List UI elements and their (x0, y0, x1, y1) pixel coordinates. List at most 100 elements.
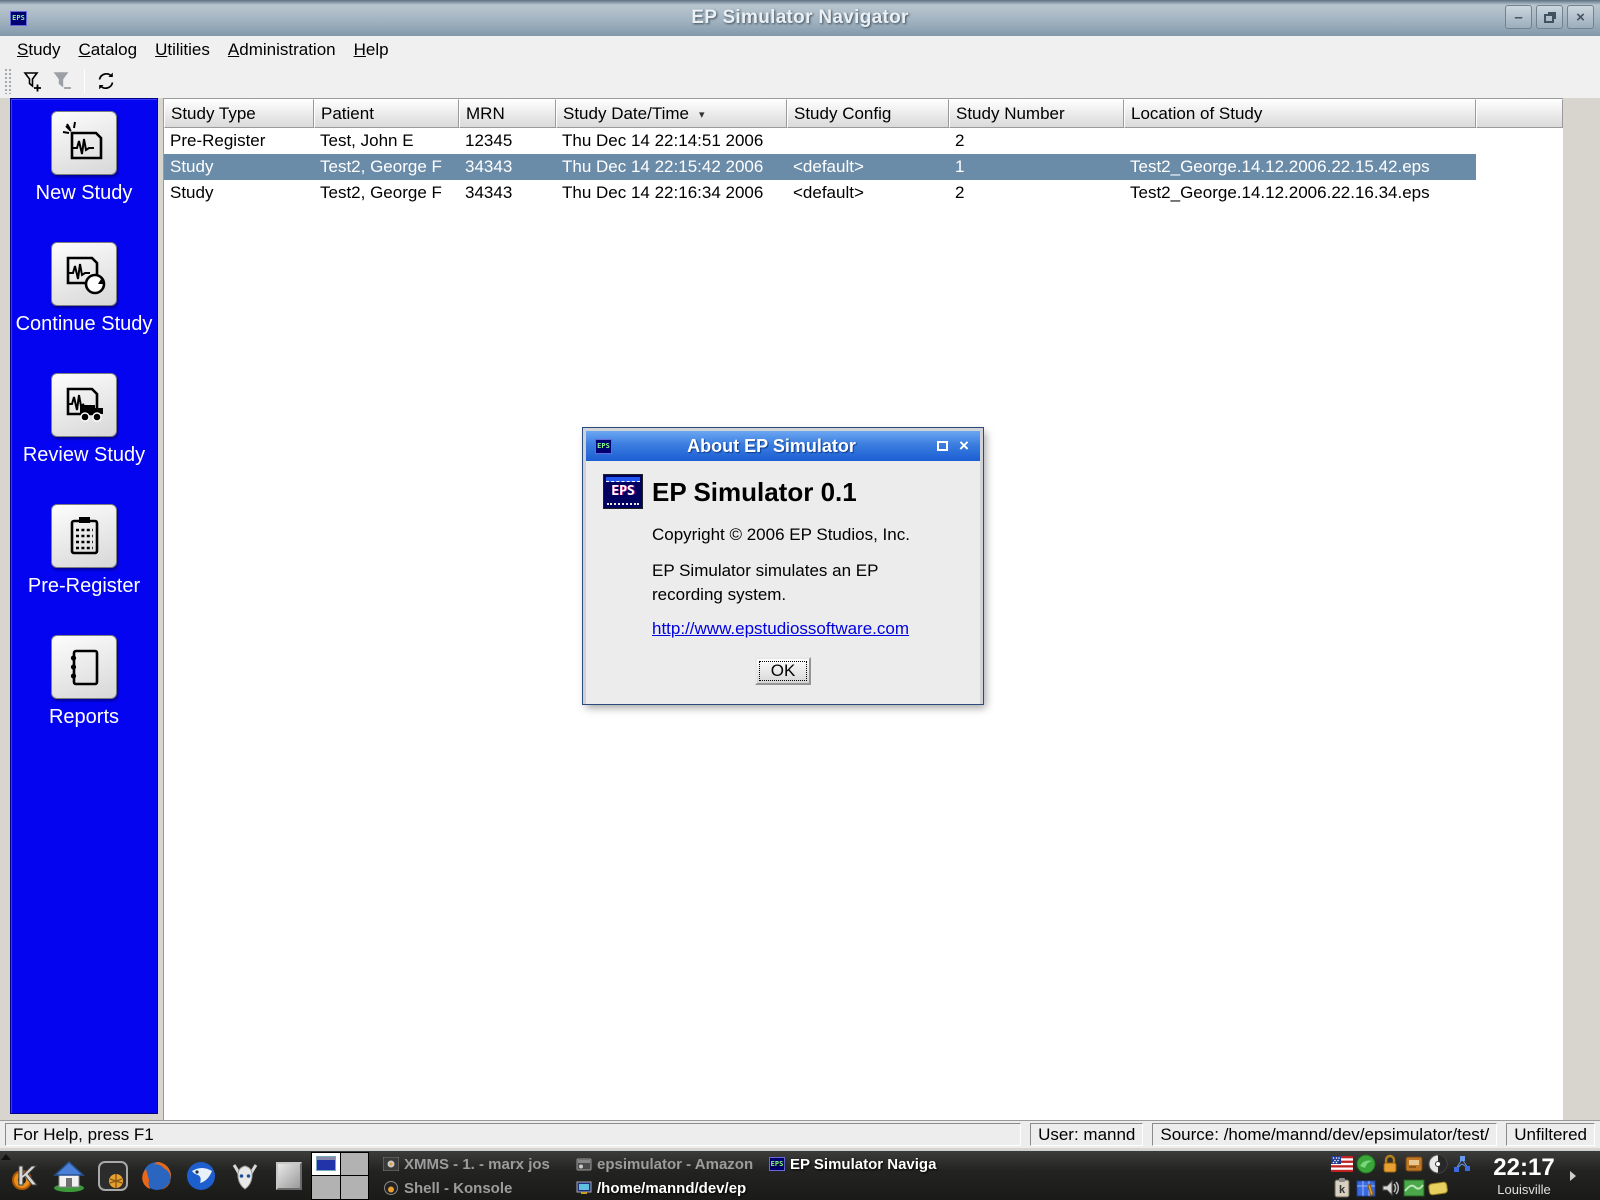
sidebar-label: Review Study (22, 444, 146, 466)
reports-icon (51, 635, 117, 699)
task-shell-konsole[interactable]: Shell - Konsole (379, 1176, 572, 1200)
filter-remove-button[interactable] (48, 67, 78, 95)
show-desktop-icon[interactable] (270, 1157, 307, 1194)
statusbar: For Help, press F1 User: mannd Source: /… (0, 1120, 1600, 1148)
menu-administration[interactable]: Administration (219, 38, 345, 62)
sidebar-item-new-study[interactable]: New Study (11, 111, 157, 205)
sidebar-item-pre-register[interactable]: Pre-Register (11, 504, 157, 598)
keyboard-layout-us-flag-icon[interactable] (1331, 1155, 1353, 1172)
about-dialog: EPS About EP Simulator × EPS EP Simulato… (583, 428, 983, 704)
app-name: EP Simulator 0.1 (652, 477, 857, 507)
arrow-right-icon (1570, 1170, 1576, 1181)
review-study-icon (51, 373, 117, 437)
status-filter: Unfiltered (1506, 1123, 1595, 1146)
xmms-icon (383, 1157, 399, 1171)
pager-desktop-3[interactable] (312, 1176, 340, 1199)
ok-button[interactable]: OK (755, 657, 811, 685)
new-study-icon (51, 111, 117, 175)
filter-add-icon (23, 72, 41, 92)
col-study-config[interactable]: Study Config (787, 99, 949, 128)
table-row-selected[interactable]: Study Test2, George F 34343 Thu Dec 14 2… (164, 154, 1563, 180)
table-row[interactable]: Pre-Register Test, John E 12345 Thu Dec … (164, 128, 1563, 154)
toolbar (0, 64, 1600, 98)
toolbar-drag-handle[interactable] (4, 68, 11, 94)
dialog-icon: EPS (595, 438, 612, 454)
system-tray: k (1330, 1152, 1474, 1200)
panel-hide-arrow-right[interactable] (1570, 1152, 1580, 1200)
col-study-datetime[interactable]: Study Date/Time ▾ (556, 99, 787, 128)
dialog-restore-button[interactable] (931, 436, 953, 456)
col-location[interactable]: Location of Study (1124, 99, 1476, 128)
cd-player-icon[interactable] (1428, 1154, 1448, 1174)
soap-note-icon[interactable] (1427, 1180, 1449, 1196)
col-study-number[interactable]: Study Number (949, 99, 1124, 128)
window-title: EP Simulator Navigator (691, 7, 909, 28)
suse-geeko-icon[interactable] (1356, 1154, 1376, 1174)
wallet-lock-icon[interactable] (1381, 1154, 1399, 1174)
media-player-icon[interactable] (226, 1157, 263, 1194)
sidebar-item-continue-study[interactable]: Continue Study (11, 242, 157, 336)
pager-desktop-1[interactable] (312, 1152, 340, 1175)
task-home-dev-path[interactable]: /home/mannd/dev/ep (572, 1176, 765, 1200)
pager-desktop-2[interactable] (340, 1152, 368, 1175)
dialog-title: About EP Simulator (687, 435, 856, 456)
organizer-calendar-icon[interactable] (1356, 1178, 1376, 1198)
table-row[interactable]: Study Test2, George F 34343 Thu Dec 14 2… (164, 180, 1563, 206)
minimize-button[interactable]: – (1505, 5, 1532, 29)
sidebar-item-reports[interactable]: Reports (11, 635, 157, 729)
network-monitor-icon[interactable] (1452, 1154, 1472, 1174)
menu-study[interactable]: Study (8, 38, 69, 62)
eps-app-icon: EPS (603, 474, 643, 509)
terminal-icon (576, 1181, 592, 1194)
pager-desktop-4[interactable] (340, 1176, 368, 1199)
kde-menu-icon[interactable]: K (6, 1157, 43, 1194)
quick-launchers: K (0, 1157, 307, 1194)
status-source-path: Source: /home/mannd/dev/epsimulator/test… (1152, 1123, 1498, 1146)
browser-window-icon (576, 1158, 592, 1171)
dialog-titlebar[interactable]: EPS About EP Simulator × (586, 431, 980, 461)
firefox-icon[interactable] (138, 1157, 175, 1194)
col-filler (1476, 99, 1563, 128)
table-header: Study Type Patient MRN Study Date/Time ▾ … (164, 99, 1563, 128)
col-patient[interactable]: Patient (314, 99, 459, 128)
menubar: Study Catalog Utilities Administration H… (0, 36, 1600, 64)
task-empty-slot (765, 1176, 958, 1200)
continue-study-icon (51, 242, 117, 306)
task-ep-simulator-navigator[interactable]: EPS EP Simulator Naviga (765, 1152, 958, 1176)
sidebar-label: Pre-Register (27, 575, 141, 597)
eps-task-icon: EPS (769, 1157, 785, 1171)
restore-button[interactable] (1536, 5, 1563, 29)
thunderbird-icon[interactable] (182, 1157, 219, 1194)
col-study-type[interactable]: Study Type (164, 99, 314, 128)
col-mrn[interactable]: MRN (459, 99, 556, 128)
task-xmms[interactable]: XMMS - 1. - marx jos (379, 1152, 572, 1176)
system-map-icon[interactable] (1403, 1179, 1425, 1197)
filter-remove-icon (53, 72, 71, 89)
home-folder-icon[interactable] (50, 1157, 87, 1194)
menu-catalog[interactable]: Catalog (69, 38, 146, 62)
task-buttons: XMMS - 1. - marx jos epsimulator - Amazo… (379, 1152, 958, 1200)
klipper-clipboard-icon[interactable]: k (1334, 1177, 1350, 1198)
sidebar-label: Reports (48, 706, 120, 728)
restore-icon (1543, 14, 1554, 23)
menu-utilities[interactable]: Utilities (146, 38, 219, 62)
kwallet-panel-icon[interactable] (1404, 1154, 1424, 1174)
window-titlebar[interactable]: EPS EP Simulator Navigator – × (0, 0, 1600, 36)
task-epsimulator-amazon[interactable]: epsimulator - Amazon (572, 1152, 765, 1176)
volume-mixer-icon[interactable] (1380, 1178, 1400, 1198)
sidebar-item-review-study[interactable]: Review Study (11, 373, 157, 467)
copyright-text: Copyright © 2006 EP Studios, Inc. (652, 525, 910, 544)
clock[interactable]: 22:17 Louisville (1478, 1155, 1570, 1196)
dialog-close-button[interactable]: × (953, 436, 975, 456)
svg-text:k: k (1339, 1184, 1346, 1196)
description-text: EP Simulator simulates an EP recording s… (652, 561, 879, 604)
dialog-body: EPS EP Simulator 0.1 Copyright © 2006 EP… (586, 461, 980, 704)
close-button[interactable]: × (1567, 5, 1594, 29)
website-link[interactable]: http://www.epstudiossoftware.com (652, 619, 909, 639)
panel-hide-arrow-left[interactable] (1, 1154, 11, 1160)
menu-help[interactable]: Help (345, 38, 398, 62)
refresh-button[interactable] (91, 67, 121, 95)
filter-add-button[interactable] (18, 67, 48, 95)
konsole-launcher-icon[interactable] (94, 1157, 131, 1194)
refresh-icon (98, 72, 114, 90)
